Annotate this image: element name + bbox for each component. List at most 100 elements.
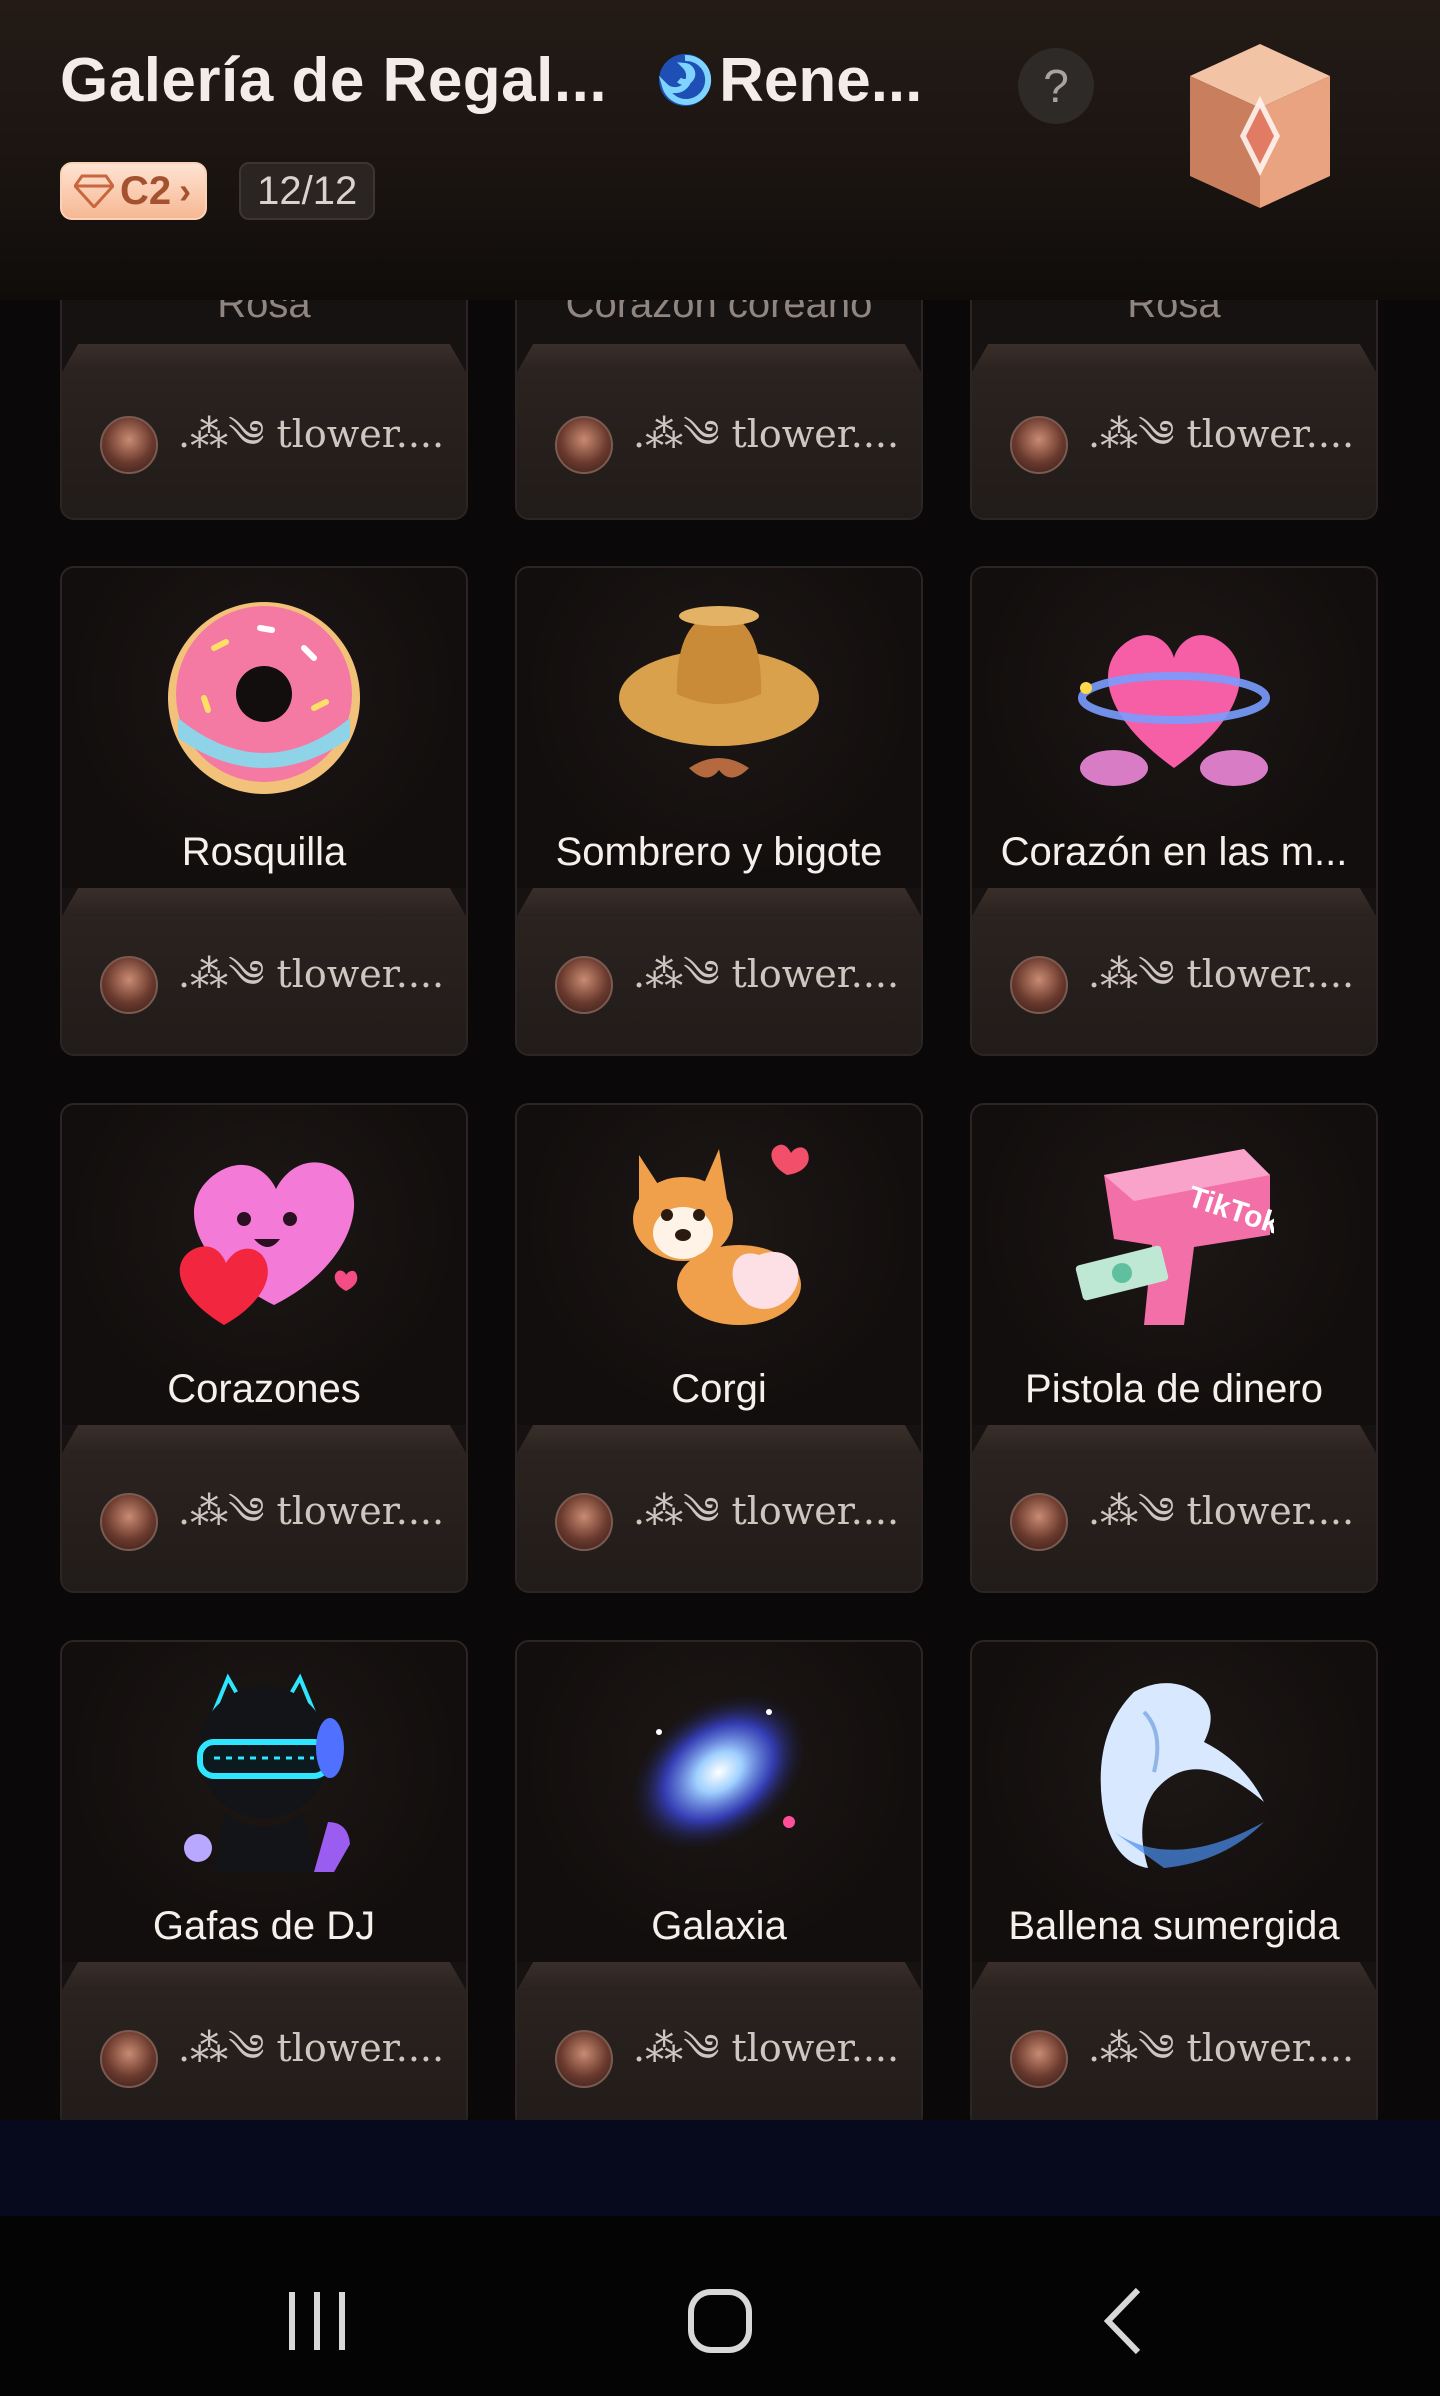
card-shelf: [517, 1425, 921, 1453]
card-shelf: [972, 888, 1376, 916]
donor-row: .⁂༄ tlower....: [972, 916, 1376, 1054]
avatar: [100, 956, 158, 1014]
donor-row: .⁂༄ tlower....: [517, 916, 921, 1054]
system-navbar: [0, 2216, 1440, 2396]
gift-name: Rosa: [217, 300, 311, 326]
card-shelf: [62, 1425, 466, 1453]
donor-name: .⁂༄ tlower....: [178, 951, 445, 996]
gift-card[interactable]: Sombrero y bigote .⁂༄ tlower....: [515, 566, 923, 1056]
donor-row: .⁂༄ tlower....: [517, 1453, 921, 1591]
gift-name: Pistola de dinero: [1025, 1367, 1323, 1411]
title-row: Galería de Regal... Rene...: [60, 40, 922, 120]
swirl-avatar-icon: [658, 54, 712, 106]
card-shelf: [62, 344, 466, 372]
money-gun-icon: TikTok: [1075, 1149, 1274, 1325]
whale-icon: [1100, 1683, 1264, 1868]
donor-row: .⁂༄ tlower....: [972, 1453, 1376, 1591]
donor-name: .⁂༄ tlower....: [1088, 2025, 1355, 2070]
gift-card[interactable]: Rosa .⁂༄ tlower....: [60, 300, 468, 520]
corgi-icon: [633, 1144, 809, 1325]
dj-glasses-icon: [184, 1673, 350, 1872]
donor-name: .⁂༄ tlower....: [633, 951, 900, 996]
gift-card[interactable]: Rosquilla .⁂༄ tlower....: [60, 566, 468, 1056]
card-shelf: [972, 1425, 1376, 1453]
donor-name: .⁂༄ tlower....: [633, 411, 900, 456]
gift-name: Ballena sumergida: [1008, 1904, 1340, 1948]
badge-row: C2 › 12/12: [60, 162, 376, 220]
gift-card[interactable]: Corazones .⁂༄ tlower....: [60, 1103, 468, 1593]
avatar: [100, 1493, 158, 1551]
gift-card[interactable]: Galaxia .⁂༄ tlower....: [515, 1640, 923, 2120]
donut-icon: [168, 602, 360, 794]
donor-name: .⁂༄ tlower....: [178, 411, 445, 456]
avatar: [555, 1493, 613, 1551]
donor-row: .⁂༄ tlower....: [517, 372, 921, 518]
diamond-icon: [74, 174, 114, 208]
gift-name: Corazón coreano: [565, 300, 873, 326]
donor-row: .⁂༄ tlower....: [972, 1990, 1376, 2120]
card-shelf: [62, 1962, 466, 1990]
avatar: [1010, 416, 1068, 474]
gift-card[interactable]: Corgi .⁂༄ tlower....: [515, 1103, 923, 1593]
recent-apps-icon[interactable]: [272, 2276, 362, 2366]
avatar: [1010, 1493, 1068, 1551]
help-button[interactable]: ?: [1018, 48, 1094, 124]
donor-name: .⁂༄ tlower....: [1088, 1488, 1355, 1533]
collection-count: 12/12: [239, 162, 376, 220]
donor-name: .⁂༄ tlower....: [178, 1488, 445, 1533]
donor-row: .⁂༄ tlower....: [972, 372, 1376, 518]
gift-card[interactable]: TikTok Pistola de dinero .⁂༄ tlower....: [970, 1103, 1378, 1593]
owner-profile[interactable]: Rene...: [655, 45, 922, 116]
card-shelf: [517, 888, 921, 916]
owner-name: Rene...: [719, 45, 923, 115]
avatar: [100, 2030, 158, 2088]
gift-card[interactable]: Gafas de DJ .⁂༄ tlower....: [60, 1640, 468, 2120]
bottom-strip: [0, 2120, 1440, 2216]
avatar: [1010, 956, 1068, 1014]
donor-name: .⁂༄ tlower....: [633, 1488, 900, 1533]
card-shelf: [972, 1962, 1376, 1990]
card-shelf: [517, 344, 921, 372]
card-shelf: [62, 888, 466, 916]
donor-row: .⁂༄ tlower....: [62, 1990, 466, 2120]
avatar: [1010, 2030, 1068, 2088]
gift-name: Sombrero y bigote: [555, 830, 883, 874]
gift-card[interactable]: Corazón en las m... .⁂༄ tlower....: [970, 566, 1378, 1056]
donor-row: .⁂༄ tlower....: [517, 1990, 921, 2120]
gallery-header: Galería de Regal... Rene... ? C2 › 12/12: [0, 0, 1440, 300]
level-badge[interactable]: C2 ›: [60, 162, 208, 220]
hearts-icon: [179, 1162, 358, 1325]
galaxy-icon: [627, 1690, 811, 1854]
home-icon[interactable]: [675, 2276, 765, 2366]
gift-card[interactable]: Ballena sumergida .⁂༄ tlower....: [970, 1640, 1378, 2120]
gift-name: Corazones: [167, 1367, 361, 1411]
card-shelf: [972, 344, 1376, 372]
gift-grid: Rosa .⁂༄ tlower.... Corazón coreano .⁂༄ …: [0, 300, 1440, 2120]
heart-in-hands-icon: [1078, 635, 1270, 786]
card-shelf: [517, 1962, 921, 1990]
gift-name: Rosa: [1127, 300, 1221, 326]
avatar: [100, 416, 158, 474]
page-title: Galería de Regal...: [60, 45, 608, 115]
hat-mustache-icon: [619, 606, 819, 778]
avatar: [555, 2030, 613, 2088]
gift-name: Gafas de DJ: [152, 1904, 376, 1948]
avatar: [555, 956, 613, 1014]
donor-name: .⁂༄ tlower....: [178, 2025, 445, 2070]
donor-row: .⁂༄ tlower....: [62, 916, 466, 1054]
gift-card[interactable]: Rosa .⁂༄ tlower....: [970, 300, 1378, 520]
avatar: [555, 416, 613, 474]
donor-name: .⁂༄ tlower....: [1088, 951, 1355, 996]
level-label: C2: [120, 168, 172, 213]
gift-name: Corgi: [671, 1367, 767, 1411]
gem-display-box-icon[interactable]: [1170, 36, 1350, 216]
gift-name: Galaxia: [651, 1904, 787, 1948]
donor-name: .⁂༄ tlower....: [1088, 411, 1355, 456]
gift-name: Rosquilla: [181, 830, 347, 874]
back-icon[interactable]: [1080, 2276, 1170, 2366]
donor-row: .⁂༄ tlower....: [62, 1453, 466, 1591]
gift-name: Corazón en las m...: [1000, 830, 1348, 874]
gift-card[interactable]: Corazón coreano .⁂༄ tlower....: [515, 300, 923, 520]
donor-row: .⁂༄ tlower....: [62, 372, 466, 518]
donor-name: .⁂༄ tlower....: [633, 2025, 900, 2070]
